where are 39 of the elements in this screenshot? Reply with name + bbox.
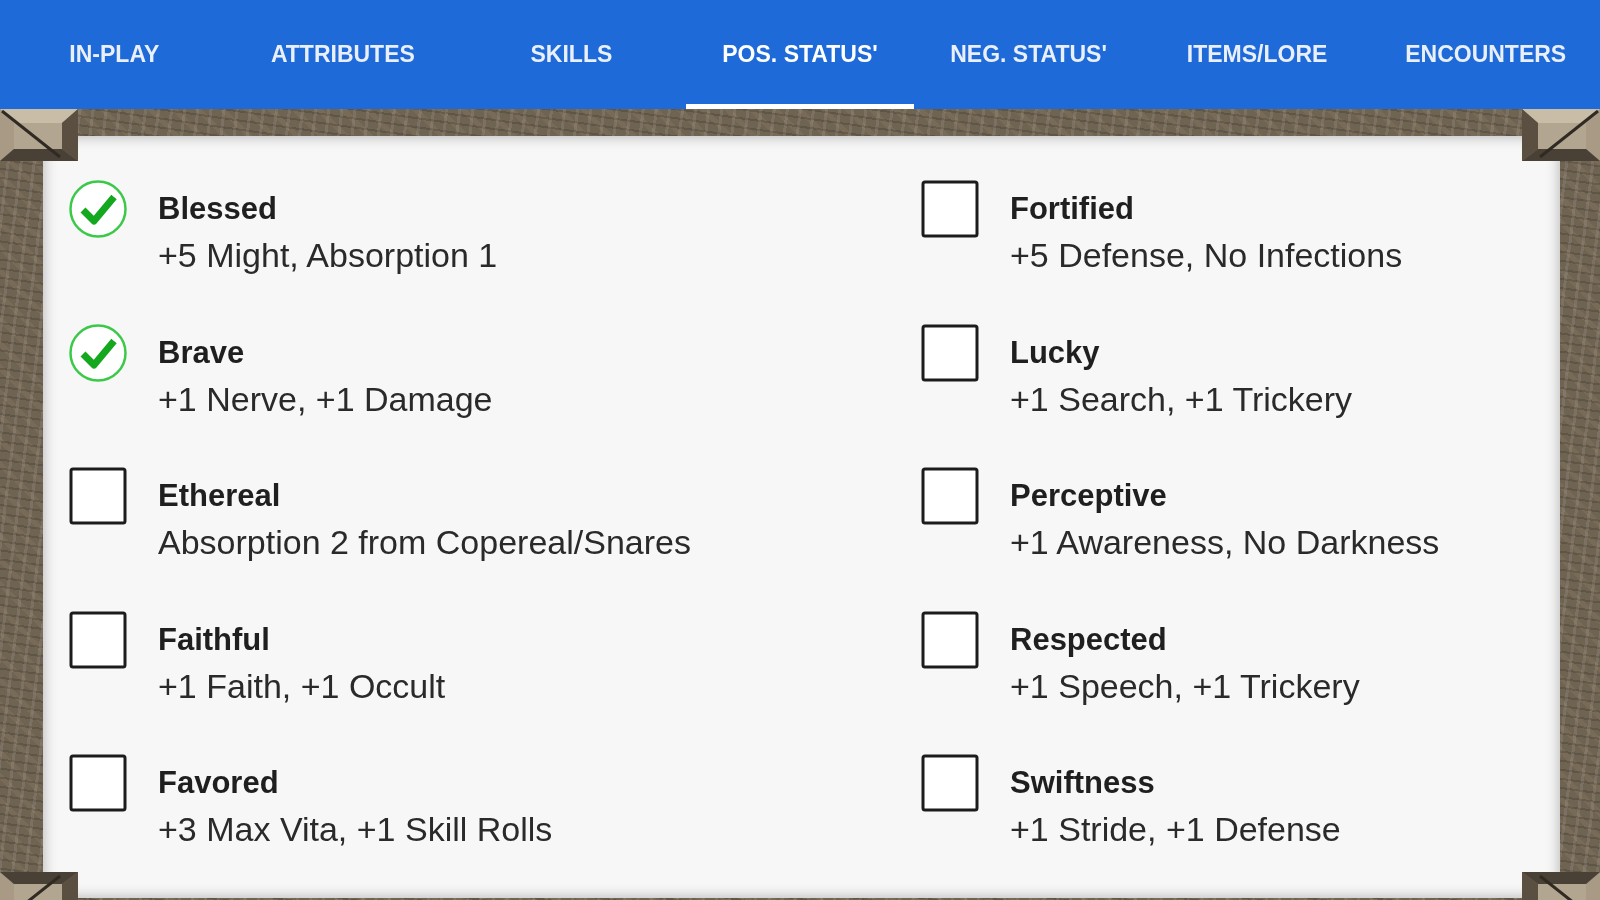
- status-effect: +1 Nerve, +1 Damage: [158, 378, 493, 419]
- checkbox[interactable]: [69, 610, 127, 669]
- frame-corner-icon: [1522, 109, 1600, 161]
- status-effect: +5 Defense, No Infections: [1010, 235, 1403, 275]
- status-name: Perceptive: [1010, 478, 1168, 514]
- tab[interactable]: NEG. STATUS': [914, 0, 1143, 109]
- checkbox[interactable]: [921, 610, 979, 669]
- status-effect: +1 Stride, +1 Defense: [1010, 809, 1341, 849]
- checkbox[interactable]: [921, 323, 979, 382]
- status-effect: Absorption 2 from Copereal/Snares: [158, 522, 691, 562]
- tab[interactable]: POS. STATUS': [685, 0, 915, 109]
- checkbox[interactable]: [921, 467, 979, 525]
- status-name: Respected: [1010, 621, 1168, 658]
- tab[interactable]: ATTRIBUTES: [228, 0, 458, 109]
- checkbox[interactable]: [69, 754, 127, 812]
- checkbox[interactable]: [921, 754, 979, 812]
- status-effect: +3 Max Vita, +1 Skill Rolls: [158, 809, 553, 849]
- status-effect: +1 Search, +1 Trickery: [1010, 378, 1353, 419]
- checkbox[interactable]: [69, 323, 127, 382]
- tab[interactable]: ITEMS/LORE: [1142, 0, 1372, 109]
- status-name: Faithful: [158, 621, 271, 658]
- status-name: Lucky: [1010, 334, 1101, 371]
- checkbox[interactable]: [69, 180, 127, 238]
- status-name: Blessed: [158, 191, 278, 227]
- tab[interactable]: SKILLS: [457, 0, 686, 109]
- tab[interactable]: IN-PLAY: [0, 0, 229, 109]
- checkbox[interactable]: [921, 180, 979, 238]
- status-effect: +1 Faith, +1 Occult: [158, 665, 446, 706]
- status-effect: +5 Might, Absorption 1: [158, 235, 498, 275]
- status-name: Swiftness: [1010, 765, 1156, 801]
- status-name: Ethereal: [158, 478, 282, 514]
- status-effect: +1 Awareness, No Darkness: [1010, 522, 1440, 562]
- status-name: Favored: [158, 765, 280, 801]
- status-effect: +1 Speech, +1 Trickery: [1010, 665, 1360, 706]
- status-name: Fortified: [1010, 191, 1135, 227]
- checkbox[interactable]: [69, 467, 127, 525]
- frame-corner-icon: [0, 109, 78, 161]
- tab[interactable]: ENCOUNTERS: [1371, 0, 1600, 109]
- status-name: Brave: [158, 334, 246, 371]
